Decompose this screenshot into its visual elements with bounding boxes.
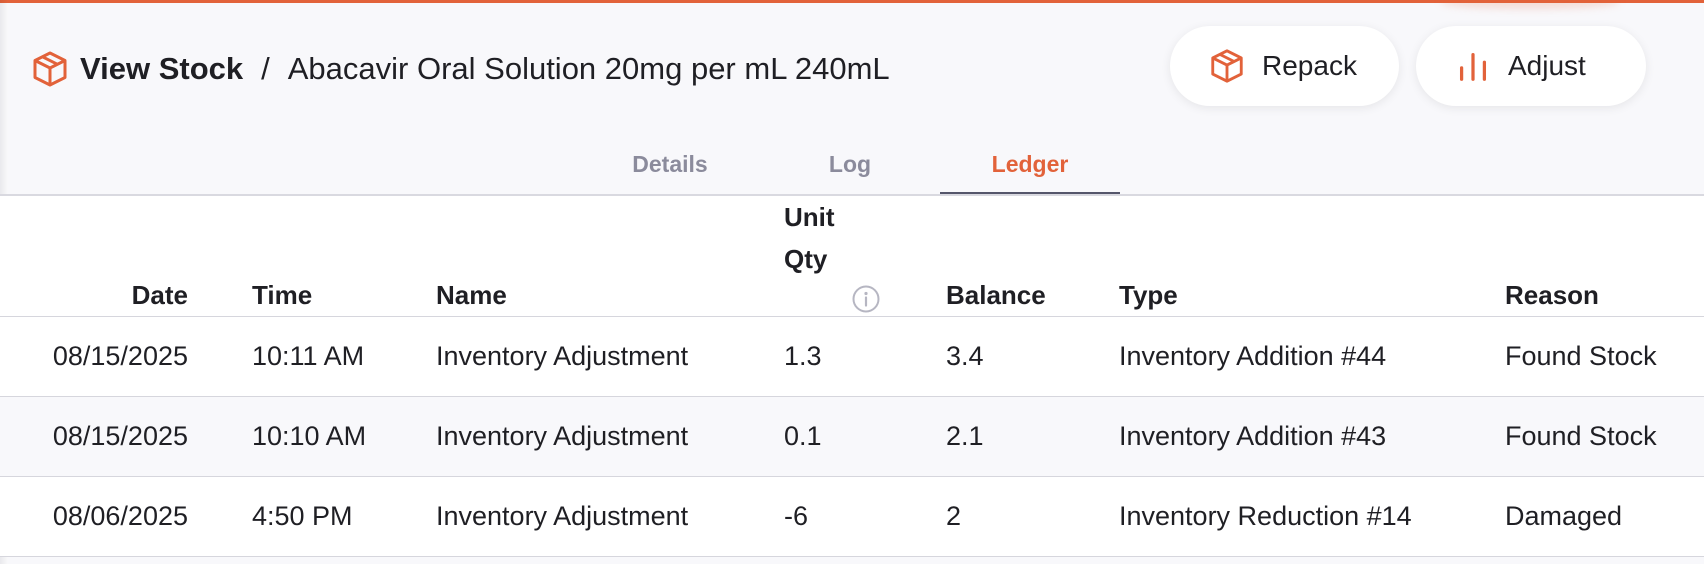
ledger-table: Date Time Name Unit Qty Balance Type Rea… (0, 196, 1704, 557)
cell-reason: Found Stock (1505, 341, 1657, 371)
cell-balance: 2 (946, 501, 962, 531)
column-header-unit-qty-line2: Qty (784, 244, 828, 274)
table-header: Date Time Name Unit Qty Balance Type Rea… (0, 196, 1704, 317)
cell-time: 10:11 AM (252, 341, 365, 371)
page-title-item: Abacavir Oral Solution 20mg per mL 240mL (287, 51, 890, 86)
package-icon (1211, 49, 1243, 83)
table-row[interactable]: 08/06/2025 4:50 PM Inventory Adjustment … (0, 477, 1704, 557)
cell-type: Inventory Reduction #14 (1119, 501, 1412, 531)
breadcrumb: View Stock / Abacavir Oral Solution 20mg… (30, 47, 890, 91)
table-row[interactable]: 08/15/2025 10:10 AM Inventory Adjustment… (0, 397, 1704, 477)
column-header-time[interactable]: Time (252, 274, 312, 316)
column-header-balance[interactable]: Balance (946, 274, 1046, 316)
cell-balance: 3.4 (946, 341, 984, 371)
breadcrumb-separator: / (261, 51, 270, 86)
page-header: View Stock / Abacavir Oral Solution 20mg… (0, 0, 1704, 196)
tab-ledger[interactable]: Ledger (940, 144, 1120, 195)
cell-unit-qty: -6 (784, 501, 809, 531)
column-header-date[interactable]: Date (80, 274, 188, 316)
info-icon[interactable] (851, 284, 881, 314)
column-header-type[interactable]: Type (1119, 274, 1178, 316)
cell-reason: Found Stock (1505, 421, 1657, 451)
table-row[interactable]: 08/15/2025 10:11 AM Inventory Adjustment… (0, 317, 1704, 397)
cell-time: 10:10 AM (252, 421, 367, 451)
cell-date: 08/15/2025 (52, 341, 188, 371)
table-body: 08/15/2025 10:11 AM Inventory Adjustment… (0, 317, 1704, 557)
cell-time: 4:50 PM (252, 501, 353, 531)
cell-unit-qty: 1.3 (784, 341, 822, 371)
cell-type: Inventory Addition #44 (1119, 341, 1387, 371)
cell-name: Inventory Adjustment (436, 421, 689, 451)
cell-balance: 2.1 (946, 421, 984, 451)
column-header-unit-qty[interactable]: Unit Qty (784, 196, 864, 280)
column-header-unit-qty-line1: Unit (784, 202, 835, 232)
adjust-button[interactable]: Adjust (1416, 26, 1646, 106)
cell-unit-qty: 0.1 (784, 421, 822, 451)
cell-type: Inventory Addition #43 (1119, 421, 1387, 451)
cell-name: Inventory Adjustment (436, 341, 689, 371)
tab-log[interactable]: Log (770, 144, 930, 195)
top-shadow (1440, 0, 1620, 9)
bar-chart-icon (1459, 52, 1487, 81)
page-title-section[interactable]: View Stock (80, 51, 243, 87)
adjust-button-label: Adjust (1508, 50, 1586, 81)
column-header-reason[interactable]: Reason (1505, 274, 1599, 316)
repack-button-label: Repack (1262, 50, 1357, 81)
column-header-name[interactable]: Name (436, 274, 507, 316)
cell-reason: Damaged (1505, 501, 1623, 531)
cell-name: Inventory Adjustment (436, 501, 689, 531)
tab-bar: Details Log Ledger (0, 144, 1704, 198)
tab-details[interactable]: Details (590, 144, 750, 195)
cell-date: 08/06/2025 (52, 501, 188, 531)
cell-date: 08/15/2025 (52, 421, 188, 451)
package-icon (33, 51, 67, 87)
repack-button[interactable]: Repack (1170, 26, 1399, 106)
